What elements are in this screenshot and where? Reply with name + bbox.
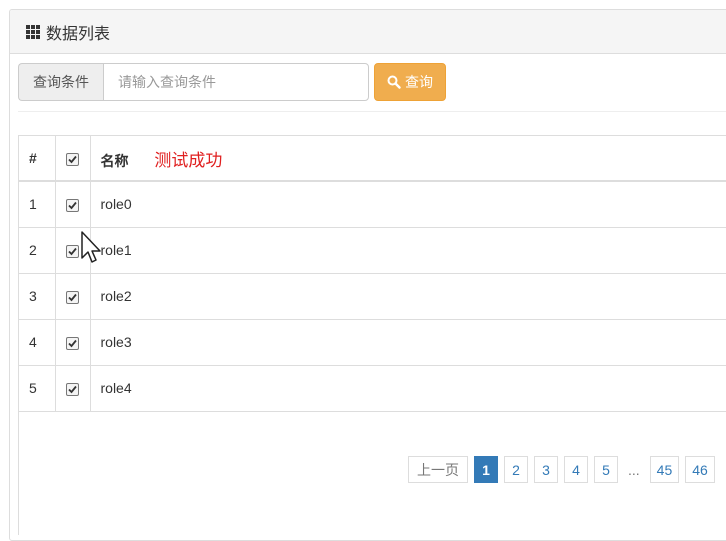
row-name: role0 <box>100 196 132 213</box>
page-ellipsis: ... <box>628 461 640 478</box>
row-checkbox[interactable] <box>66 290 79 304</box>
row-name: role1 <box>100 242 132 258</box>
row-checkbox[interactable] <box>66 336 79 350</box>
panel-title: 数据列表 <box>46 25 111 43</box>
row-checkbox-cell <box>55 273 91 319</box>
row-number: 5 <box>19 365 56 411</box>
panel-heading: 数据列表 <box>10 10 726 54</box>
row-checkbox-cell <box>55 319 91 365</box>
row-name: role2 <box>100 288 132 304</box>
column-header-number: # <box>19 136 56 181</box>
select-all-checkbox[interactable] <box>66 152 79 166</box>
table-row: 2 role1 <box>19 227 726 273</box>
row-name: role4 <box>100 380 132 396</box>
search-button-label: 查询 <box>405 74 433 90</box>
row-number: 1 <box>19 181 56 227</box>
search-condition-label: 查询条件 <box>18 63 103 101</box>
search-icon <box>387 75 401 89</box>
table-row: 1 role0 <box>19 181 726 227</box>
success-message: 测试成功 <box>154 150 223 170</box>
row-checkbox-cell <box>55 181 91 227</box>
page-4-button[interactable]: 4 <box>564 456 588 483</box>
table-row: 5 role4 <box>19 365 726 411</box>
page-2-button[interactable]: 2 <box>504 456 528 483</box>
page-3-button[interactable]: 3 <box>534 456 558 483</box>
row-checkbox-cell <box>55 365 91 411</box>
table-header-row: # 名称 测试成功 <box>19 136 726 181</box>
page-5-button[interactable]: 5 <box>594 456 618 483</box>
prev-page-button[interactable]: 上一页 <box>408 456 468 483</box>
grid-icon <box>26 24 40 39</box>
row-number: 4 <box>19 319 56 365</box>
mouse-pointer-icon <box>81 231 101 263</box>
table-row: 3 role2 <box>19 273 726 319</box>
row-number: 3 <box>19 273 56 319</box>
search-input[interactable] <box>103 63 369 101</box>
data-table: # 名称 测试成功 1 role0 2 role1 3 role2 4 role… <box>19 136 726 412</box>
search-button[interactable]: 查询 <box>374 63 446 101</box>
page-1-button[interactable]: 1 <box>474 456 498 483</box>
divider <box>18 111 726 112</box>
row-checkbox[interactable] <box>66 199 79 213</box>
row-name: role3 <box>100 334 132 350</box>
column-header-name-label: 名称 <box>100 152 129 169</box>
table-row: 4 role3 <box>19 319 726 365</box>
page-46-button[interactable]: 46 <box>685 456 715 483</box>
search-bar: 查询条件 查询 <box>18 63 446 101</box>
page-45-button[interactable]: 45 <box>649 456 680 483</box>
row-number: 2 <box>19 227 56 273</box>
row-checkbox[interactable] <box>66 382 79 396</box>
pagination: 上一页 1 2 3 4 5 ... 45 46 <box>408 456 721 483</box>
column-header-name: 名称 测试成功 <box>90 136 726 181</box>
column-header-select <box>55 136 91 181</box>
row-checkbox[interactable] <box>66 244 79 258</box>
